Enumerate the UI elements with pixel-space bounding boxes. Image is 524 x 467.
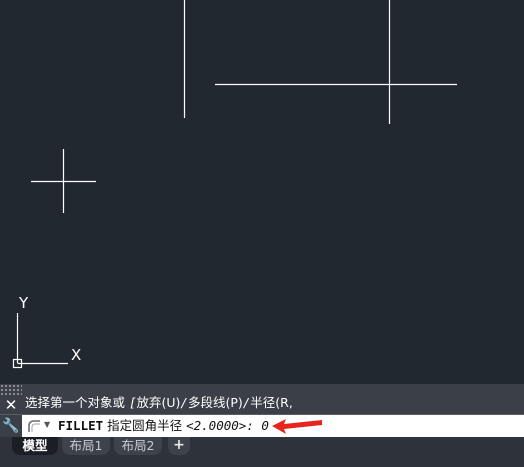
wrench-icon[interactable]: 🔧: [0, 415, 22, 437]
autocad-window: Y X ✕ 选择第一个对象或 [放弃(U)/多段线(P)/半径(R, 🔧 ▼ F…: [0, 0, 524, 467]
history-sep-1: /: [180, 395, 188, 410]
command-name: FILLET: [58, 418, 104, 433]
ucs-x-label: X: [71, 346, 82, 364]
red-arrow-icon: [272, 419, 322, 434]
ucs-y-label: Y: [19, 294, 29, 312]
tab-layout1[interactable]: 布局1: [62, 437, 110, 455]
history-option-polyline: 多段线(P): [187, 395, 243, 410]
command-history-text: 选择第一个对象或 [放弃(U)/多段线(P)/半径(R,: [25, 395, 293, 411]
history-option-radius: 半径(R,: [250, 395, 293, 410]
layout-tabs: 模型 布局1 布局2 +: [0, 437, 524, 467]
fillet-icon[interactable]: [26, 418, 42, 434]
drawing-geometry[interactable]: [0, 0, 524, 384]
history-bracket: [: [128, 395, 137, 410]
ucs-icon: [12, 313, 68, 369]
close-icon[interactable]: ✕: [0, 396, 22, 414]
command-history: ✕ 选择第一个对象或 [放弃(U)/多段线(P)/半径(R,: [0, 384, 524, 414]
history-option-undo: 放弃(U): [136, 395, 181, 410]
command-line[interactable]: 🔧 ▼ FILLET 指定圆角半径 <2.0000>: 0: [0, 414, 524, 437]
add-layout-button[interactable]: +: [168, 437, 190, 455]
chevron-down-icon[interactable]: ▼: [44, 420, 50, 429]
history-prefix: 选择第一个对象或: [25, 395, 129, 410]
command-default-value: <2.0000>:: [186, 418, 262, 433]
command-prompt[interactable]: FILLET 指定圆角半径 <2.0000>: 0: [58, 418, 269, 434]
tab-layout2[interactable]: 布局2: [114, 437, 162, 455]
crosshair-cursor-icon: [31, 149, 96, 213]
command-input-value[interactable]: 0: [261, 418, 269, 433]
command-prompt-text: 指定圆角半径: [103, 418, 187, 433]
grip-icon[interactable]: [0, 384, 22, 396]
drawing-canvas[interactable]: Y X: [0, 0, 524, 384]
tab-model[interactable]: 模型: [12, 437, 58, 455]
